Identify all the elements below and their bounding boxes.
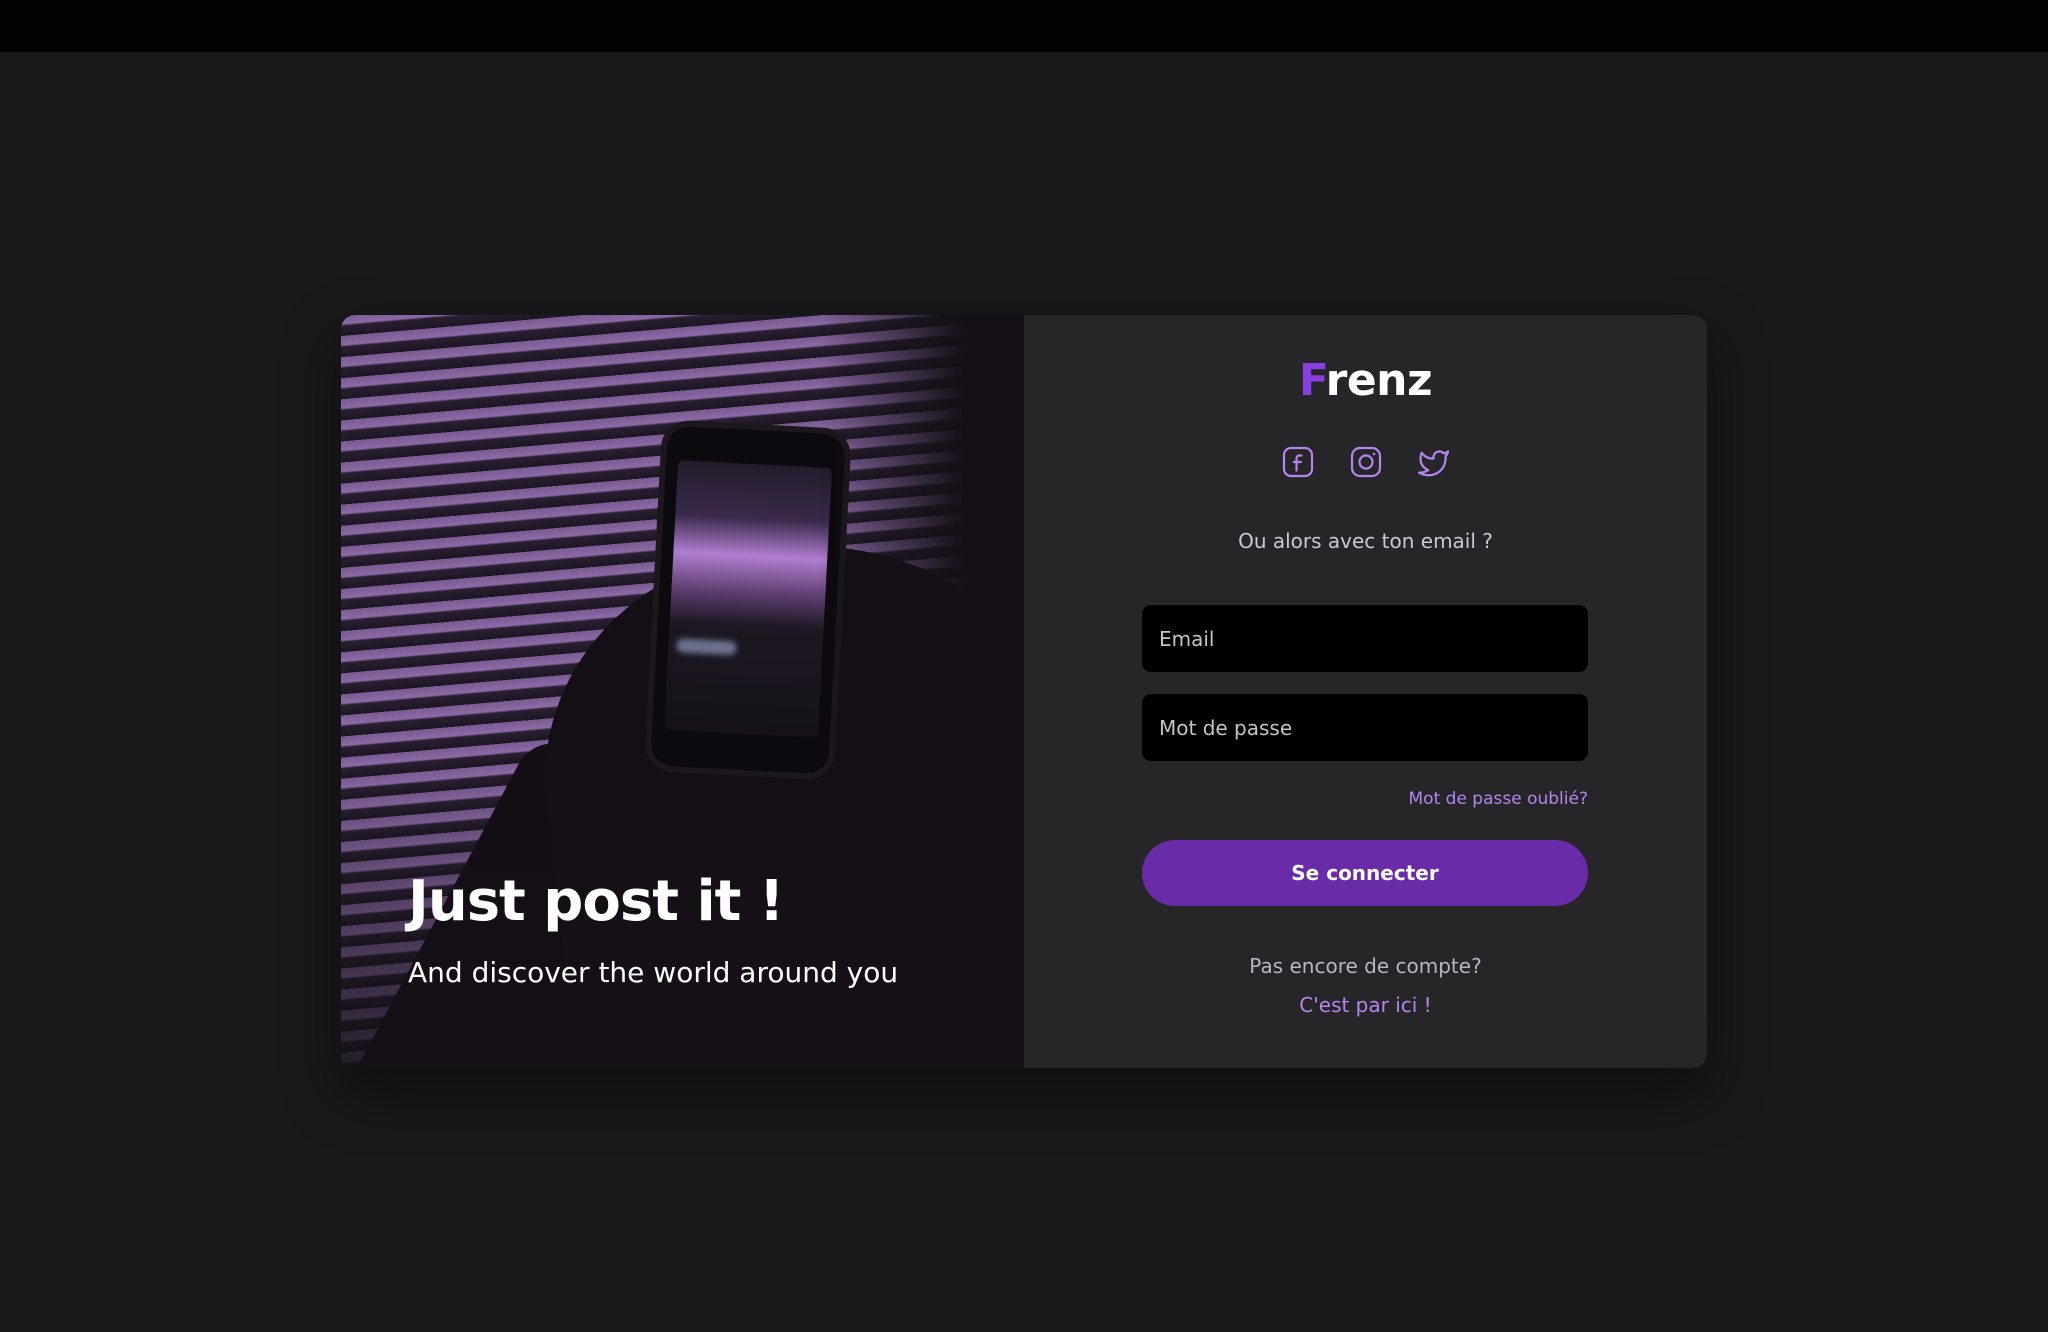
email-divider-text: Ou alors avec ton email ? <box>1238 529 1493 553</box>
social-login-row <box>1024 445 1707 479</box>
login-button[interactable]: Se connecter <box>1142 840 1588 906</box>
no-account-text: Pas encore de compte? <box>1249 954 1482 978</box>
hero-panel: Just post it ! And discover the world ar… <box>341 315 1024 1068</box>
brand-logo: Frenz <box>1024 355 1707 406</box>
signup-link[interactable]: C'est par ici ! <box>1024 993 1707 1017</box>
hero-title: Just post it ! <box>408 869 784 934</box>
top-bar <box>0 0 2048 52</box>
twitter-login-button[interactable] <box>1417 445 1451 479</box>
brand-logo-initial: F <box>1298 355 1326 406</box>
twitter-icon <box>1417 450 1449 477</box>
facebook-icon <box>1282 446 1313 478</box>
login-card: Just post it ! And discover the world ar… <box>341 315 1707 1068</box>
password-field[interactable] <box>1142 694 1588 761</box>
brand-logo-text: renz <box>1325 355 1433 406</box>
login-panel: Frenz Ou alors avec ton email ? Email Mo… <box>1024 315 1707 1068</box>
instagram-icon <box>1350 446 1381 478</box>
forgot-password-link[interactable]: Mot de passe oublié? <box>1409 789 1588 809</box>
instagram-login-button[interactable] <box>1349 445 1383 479</box>
facebook-login-button[interactable] <box>1281 445 1315 479</box>
hero-subtitle: And discover the world around you <box>408 956 899 989</box>
email-field[interactable] <box>1142 605 1588 672</box>
